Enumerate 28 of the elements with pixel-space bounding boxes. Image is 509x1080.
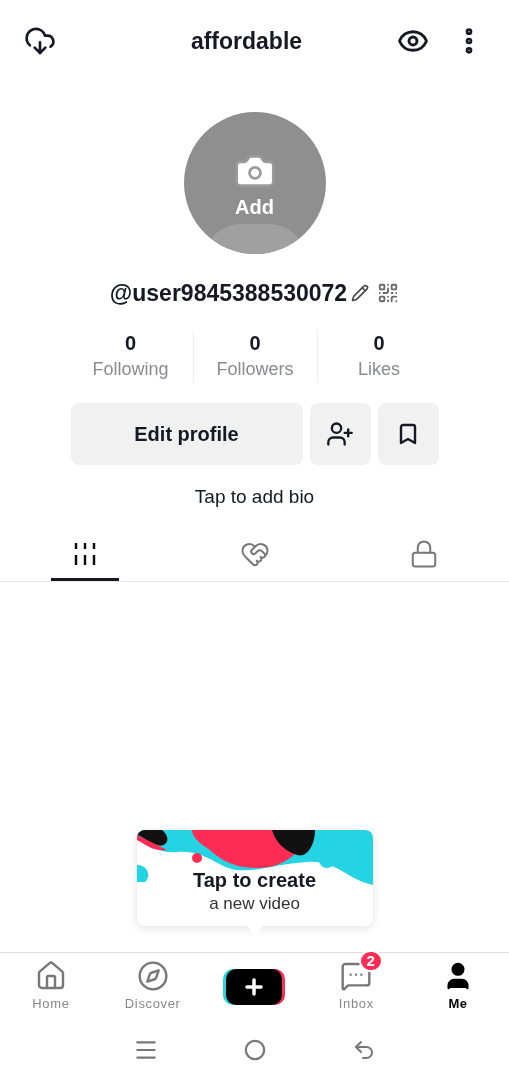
- stat-label[interactable]: Following: [92, 354, 169, 383]
- tooltip-title: Tap to create: [193, 868, 316, 892]
- stat-count: 0: [373, 330, 385, 355]
- nav-tab[interactable]: 2 Inbox: [322, 949, 390, 1014]
- compass-icon: [136, 959, 169, 992]
- notification-badge: 2: [358, 949, 383, 972]
- edit-pencil-icon[interactable]: [351, 284, 370, 303]
- add-friend-button[interactable]: [309, 402, 371, 465]
- bookmark-button[interactable]: [377, 402, 439, 465]
- edit-profile-button[interactable]: Edit profile: [70, 402, 303, 465]
- profile-title: affordable: [190, 26, 303, 56]
- stat-count: 0: [249, 330, 261, 355]
- stat-label[interactable]: Followers: [216, 354, 294, 383]
- qr-code-icon[interactable]: [377, 282, 400, 305]
- tooltip-subtitle: a new video: [209, 893, 300, 915]
- create-button[interactable]: [226, 968, 283, 1005]
- nav-tab[interactable]: Me: [426, 949, 491, 1014]
- person-plus-icon: [326, 419, 354, 448]
- bio-link[interactable]: Tap to add bio: [194, 482, 315, 511]
- stat-label[interactable]: Likes: [358, 354, 400, 383]
- stat-count: 0: [124, 330, 137, 355]
- nav-tab[interactable]: Home: [16, 949, 86, 1014]
- avatar-button[interactable]: Add: [183, 112, 326, 254]
- cloud-download-icon[interactable]: [24, 25, 56, 57]
- avatar-label: Add: [235, 197, 274, 217]
- username: @user9845388530072: [109, 279, 348, 308]
- nav-tab[interactable]: Discover: [108, 949, 197, 1014]
- home-circle-icon[interactable]: [244, 1039, 267, 1061]
